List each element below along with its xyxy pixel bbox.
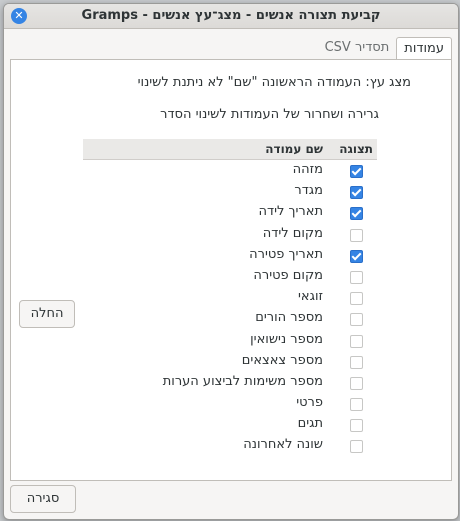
- title-bar: קביעת תצורה אנשים - מצג־עץ אנשים - Gramp…: [4, 4, 458, 29]
- column-name-label: מספר נישואין: [250, 331, 323, 347]
- table-row[interactable]: פרטי: [83, 393, 377, 414]
- show-checkbox[interactable]: [350, 165, 363, 178]
- table-row[interactable]: תאריך לידה: [83, 202, 377, 223]
- show-checkbox[interactable]: [350, 270, 363, 284]
- tab-columns[interactable]: עמודות: [396, 37, 452, 60]
- apply-button[interactable]: החלה: [19, 300, 75, 328]
- columns-table: תצוגה שם עמודה מזהה מגדר תאריך לידה מקום לי…: [83, 139, 377, 457]
- show-checkbox[interactable]: [350, 292, 363, 306]
- table-row[interactable]: מקום פטירה: [83, 266, 377, 287]
- column-name-label: מספר משימות לביצוע הערות: [162, 373, 323, 389]
- table-row[interactable]: מקום לידה: [83, 224, 377, 245]
- column-name-label: מספר צאצאים: [241, 352, 323, 368]
- column-name-label: מקום פטירה: [253, 267, 323, 283]
- show-checkbox[interactable]: [350, 376, 363, 390]
- columns-panel: מצג עץ: העמודה הראשונה "שם" לא ניתנת לשי…: [10, 59, 452, 481]
- table-row[interactable]: זוגאי: [83, 287, 377, 308]
- header-show[interactable]: תצוגה: [339, 142, 373, 156]
- tab-bar: עמודותתסדיר CSV: [318, 37, 452, 60]
- table-row[interactable]: שונה לאחרונה: [83, 435, 377, 456]
- table-row[interactable]: תאריך פטירה: [83, 245, 377, 266]
- table-row[interactable]: מספר צאצאים: [83, 351, 377, 372]
- show-checkbox[interactable]: [350, 355, 363, 369]
- table-row[interactable]: מזהה: [83, 160, 377, 181]
- column-name-label: מזהה: [292, 162, 323, 177]
- close-icon[interactable]: ✕: [11, 8, 27, 24]
- info-first-column: מצג עץ: העמודה הראשונה "שם" לא ניתנת לשי…: [137, 75, 411, 90]
- show-checkbox[interactable]: [350, 186, 363, 200]
- column-name-label: זוגאי: [298, 289, 323, 305]
- column-name-label: שונה לאחרונה: [243, 437, 323, 453]
- window-title: קביעת תצורה אנשים - מצג־עץ אנשים - Gramp…: [81, 8, 381, 23]
- table-row[interactable]: מספר נישואין: [83, 330, 377, 351]
- show-checkbox[interactable]: [350, 228, 363, 242]
- close-button[interactable]: סגירה: [10, 485, 76, 513]
- show-checkbox[interactable]: [350, 249, 363, 263]
- show-checkbox[interactable]: [350, 419, 363, 433]
- column-name-label: מקום לידה: [262, 225, 323, 241]
- show-checkbox[interactable]: [350, 313, 363, 327]
- show-checkbox[interactable]: [350, 398, 363, 412]
- table-row[interactable]: מספר הורים: [83, 308, 377, 329]
- table-row[interactable]: תגים: [83, 414, 377, 435]
- info-drag-drop: גרירה ושחרור של העמודות לשינוי הסדר: [160, 107, 379, 122]
- show-checkbox[interactable]: [350, 334, 363, 348]
- column-name-label: תאריך פטירה: [249, 246, 323, 262]
- table-header: תצוגה שם עמודה: [83, 139, 377, 160]
- column-name-label: פרטי: [296, 395, 323, 411]
- show-checkbox[interactable]: [350, 207, 363, 221]
- column-name-label: תגים: [297, 416, 323, 432]
- table-rows: מזהה מגדר תאריך לידה מקום לידה תאריך פטירה מק…: [83, 160, 377, 457]
- column-name-label: מספר הורים: [255, 310, 323, 326]
- table-row[interactable]: מספר משימות לביצוע הערות: [83, 372, 377, 393]
- header-column-name[interactable]: שם עמודה: [265, 142, 323, 156]
- column-name-label: מגדר: [294, 183, 323, 199]
- table-row[interactable]: מגדר: [83, 181, 377, 202]
- column-name-label: תאריך לידה: [258, 204, 323, 220]
- configure-dialog: קביעת תצורה אנשים - מצג־עץ אנשים - Gramp…: [3, 3, 459, 520]
- tab-csv-format[interactable]: תסדיר CSV: [318, 37, 397, 59]
- show-checkbox[interactable]: [350, 440, 363, 454]
